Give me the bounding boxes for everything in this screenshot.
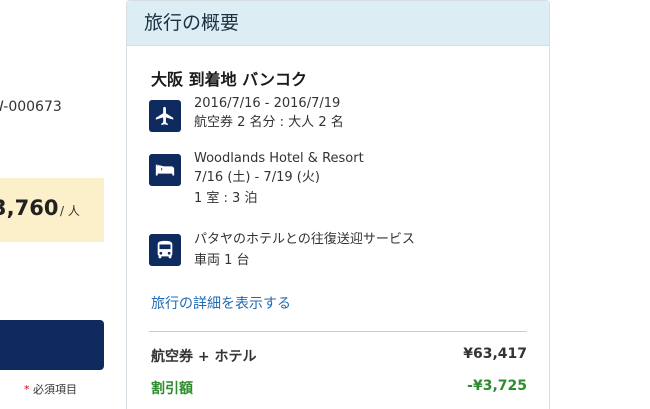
discount-value: -¥3,725 — [467, 378, 527, 394]
required-label: 必須項目 — [33, 383, 77, 396]
bus-icon — [149, 234, 181, 266]
required-note: * 必須項目 — [24, 381, 77, 397]
price-line-value: ¥63,417 — [463, 346, 527, 362]
transfer-description: パタヤのホテルとの往復送迎サービス — [194, 232, 415, 247]
panel-title: 旅行の概要 — [127, 1, 549, 46]
order-code: W-000673 — [0, 99, 62, 115]
destination-heading: 大阪 到着地 バンコク — [151, 70, 307, 89]
trip-details-link[interactable]: 旅行の詳細を表示する — [151, 293, 291, 313]
airplane-icon — [149, 100, 181, 132]
price-line-label: 航空券 + ホテル — [151, 349, 257, 365]
price-amount: 3,760 — [0, 196, 59, 220]
page: W-000673 3,760 / 人 * 必須項目 旅行の概要 大阪 到着地 バ… — [0, 0, 650, 409]
transfer-vehicles: 車両 1 台 — [194, 253, 250, 268]
trip-summary-panel: 旅行の概要 大阪 到着地 バンコク 2016/7/16 - 2016/7/19 … — [126, 0, 550, 409]
price-unit: / 人 — [60, 204, 80, 218]
hotel-dates: 7/16 (土) - 7/19 (火) — [194, 170, 320, 185]
discount-label: 割引額 — [151, 381, 193, 397]
hotel-name: Woodlands Hotel & Resort — [194, 151, 364, 166]
flight-dates: 2016/7/16 - 2016/7/19 — [194, 96, 341, 111]
flight-passengers: 航空券 2 名分 : 大人 2 名 — [194, 115, 344, 130]
price-per-person-box: 3,760 / 人 — [0, 178, 104, 242]
bed-icon — [149, 154, 181, 186]
divider — [149, 331, 527, 332]
hotel-rooms: 1 室 : 3 泊 — [194, 191, 258, 206]
submit-button[interactable] — [0, 320, 104, 370]
required-star: * — [24, 383, 30, 396]
